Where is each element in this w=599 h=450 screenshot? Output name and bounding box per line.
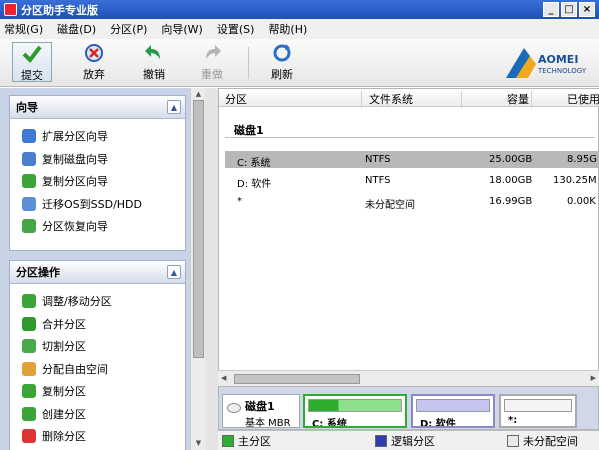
extend-icon [22, 129, 36, 144]
migrate-icon [22, 196, 36, 211]
scrollbar-thumb[interactable] [193, 100, 204, 358]
create-icon [22, 406, 36, 421]
table-row[interactable]: * 未分配空间 16.99GB 0.00K [225, 193, 599, 211]
divider [225, 137, 595, 138]
partition-ops-header[interactable]: 分区操作 ▲ [10, 261, 185, 284]
disk-map-unallocated[interactable]: *: [499, 394, 577, 428]
discard-button[interactable]: 放弃 [74, 42, 114, 82]
primary-swatch [222, 434, 234, 447]
usage-bar [416, 399, 490, 412]
recovery-icon [22, 219, 36, 234]
app-icon [4, 3, 17, 16]
window-controls: _ □ × [543, 2, 595, 17]
allocate-icon [22, 361, 36, 376]
partition-ops-panel: 分区操作 ▲ 调整/移动分区 合并分区 切割分区 分配自由空间 复制分区 创建分… [9, 260, 186, 450]
brand-name: AOMEI [538, 53, 579, 66]
menu-wizard[interactable]: 向导(W) [161, 21, 202, 37]
unallocated-swatch [507, 434, 519, 447]
op-delete[interactable]: 删除分区 [10, 425, 185, 448]
op-split[interactable]: 切割分区 [10, 335, 185, 358]
menu-settings[interactable]: 设置(S) [217, 21, 255, 37]
disk-map-partition-c[interactable]: C: 系统 [303, 394, 407, 428]
menu-general[interactable]: 常规(G) [4, 21, 43, 37]
table-header: 分区 文件系统 容量 已使用 [219, 89, 599, 108]
maximize-button[interactable]: □ [561, 2, 577, 17]
wizard-partition-recovery[interactable]: 分区恢复向导 [10, 215, 185, 238]
col-capacity[interactable]: 容量 [507, 91, 529, 107]
menu-partition[interactable]: 分区(P) [110, 21, 147, 37]
minimize-button[interactable]: _ [543, 2, 559, 17]
wizard-panel-header[interactable]: 向导 ▲ [10, 96, 185, 119]
col-partition[interactable]: 分区 [225, 91, 247, 107]
redo-button[interactable]: 重做 [192, 42, 232, 82]
refresh-button[interactable]: 刷新 [262, 42, 302, 82]
partition-table: 分区 文件系统 容量 已使用 磁盘1 C: 系统 NTFS 25.00GB 8.… [218, 88, 599, 386]
disk-map-disk[interactable]: 磁盘1 基本 MBR [222, 394, 300, 428]
wizard-copy-disk[interactable]: 复制磁盘向导 [10, 148, 185, 171]
disk-icon [227, 403, 241, 413]
table-row[interactable]: C: 系统 NTFS 25.00GB 8.95G [225, 151, 599, 169]
col-used[interactable]: 已使用 [567, 91, 599, 107]
col-filesystem[interactable]: 文件系统 [369, 91, 413, 107]
discard-icon [83, 42, 105, 64]
legend: 主分区 逻辑分区 未分配空间 [218, 430, 599, 450]
disk-map-partition-d[interactable]: D: 软件 [411, 394, 495, 428]
resize-icon [22, 294, 36, 309]
delete-icon [22, 429, 36, 444]
legend-primary: 主分区 [238, 434, 271, 448]
wizard-extend-partition[interactable]: 扩展分区向导 [10, 125, 185, 148]
collapse-icon[interactable]: ▲ [167, 100, 181, 114]
title-bar: 分区助手专业版 _ □ × [0, 0, 599, 19]
sidebar-scrollbar[interactable]: ▲ ▼ [190, 88, 205, 450]
left-sidebar: 向导 ▲ 扩展分区向导 复制磁盘向导 复制分区向导 迁移OS到SSD/HDD 分… [0, 88, 205, 450]
disk-label: 磁盘1 [234, 124, 264, 137]
commit-button[interactable]: 提交 [12, 42, 52, 82]
menu-help[interactable]: 帮助(H) [268, 21, 307, 37]
menu-disk[interactable]: 磁盘(D) [57, 21, 96, 37]
op-allocate-free[interactable]: 分配自由空间 [10, 358, 185, 381]
copy-icon [22, 384, 36, 399]
scroll-right-icon[interactable]: ▶ [591, 374, 596, 382]
disk-map: 磁盘1 基本 MBR C: 系统 D: 软件 *: [218, 386, 599, 430]
menu-bar: 常规(G) 磁盘(D) 分区(P) 向导(W) 设置(S) 帮助(H) [0, 19, 599, 39]
op-create[interactable]: 创建分区 [10, 403, 185, 426]
redo-icon [201, 42, 223, 64]
window-title: 分区助手专业版 [21, 3, 98, 17]
wizard-migrate-os[interactable]: 迁移OS到SSD/HDD [10, 193, 185, 216]
op-merge[interactable]: 合并分区 [10, 313, 185, 336]
close-button[interactable]: × [579, 2, 595, 17]
merge-icon [22, 316, 36, 331]
legend-logical: 逻辑分区 [391, 434, 435, 448]
scroll-up-icon[interactable]: ▲ [193, 88, 204, 99]
toolbar-separator [248, 47, 249, 79]
table-hscrollbar[interactable]: ◀ ▶ [218, 370, 599, 386]
undo-button[interactable]: 撤销 [134, 42, 174, 82]
refresh-icon [271, 42, 293, 64]
checkmark-icon [21, 43, 43, 65]
undo-icon [143, 42, 165, 64]
wizard-panel: 向导 ▲ 扩展分区向导 复制磁盘向导 复制分区向导 迁移OS到SSD/HDD 分… [9, 95, 186, 251]
copy-disk-icon [22, 151, 36, 166]
table-row[interactable]: D: 软件 NTFS 18.00GB 130.25M [225, 172, 599, 190]
scroll-down-icon[interactable]: ▼ [193, 437, 204, 448]
usage-bar [504, 399, 572, 412]
wizard-copy-partition[interactable]: 复制分区向导 [10, 170, 185, 193]
aomei-logo: AOMEI TECHNOLOGY [504, 44, 596, 80]
logical-swatch [375, 434, 387, 447]
wizard-panel-title: 向导 [16, 101, 38, 114]
splitter[interactable] [205, 88, 218, 450]
partition-ops-title: 分区操作 [16, 266, 60, 279]
legend-unallocated: 未分配空间 [523, 434, 578, 448]
scrollbar-thumb[interactable] [234, 374, 360, 384]
brand-tagline: TECHNOLOGY [538, 67, 587, 75]
usage-bar [308, 399, 402, 412]
split-icon [22, 339, 36, 354]
copy-partition-icon [22, 174, 36, 189]
op-resize-move[interactable]: 调整/移动分区 [10, 290, 185, 313]
scroll-left-icon[interactable]: ◀ [221, 374, 226, 382]
collapse-icon[interactable]: ▲ [167, 265, 181, 279]
op-copy[interactable]: 复制分区 [10, 380, 185, 403]
